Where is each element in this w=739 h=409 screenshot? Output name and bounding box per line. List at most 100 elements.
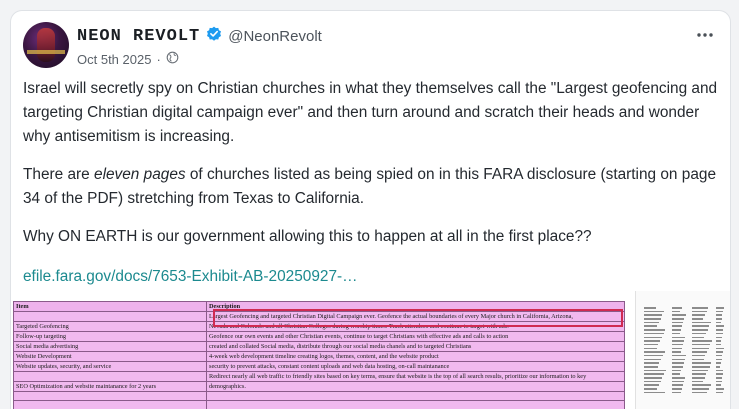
highlight-box [213,309,623,327]
thumbnail-text-line [692,325,709,327]
thumbnail-text-line [672,392,681,394]
thumbnail-text-line [672,381,684,383]
thumbnail-text-line [644,307,656,309]
post-card: NEON REVOLT @NeonRevolt Oct 5th 2025 · [10,10,731,409]
thumbnail-text-line [716,325,724,327]
thumbnail-text-line [692,384,711,386]
thumbnail-text-line [692,381,703,383]
thumbnail-text-line [644,340,660,342]
thumbnail-text-line [692,322,711,324]
thumbnail-text-line [672,370,681,372]
thumbnail-text-line [692,314,705,316]
thumbnail-text-line [692,392,707,394]
table-cell-item: Social media advertising [14,342,207,352]
author-handle[interactable]: @NeonRevolt [228,28,322,45]
table-cell-description: 4-week web development timeline creating… [207,352,625,362]
author-display-name[interactable]: NEON REVOLT [77,27,200,46]
table-row: Follow-up targetingGeofence our own even… [14,332,625,342]
thumbnail-text-line [716,370,723,372]
thumbnail-text-line [716,388,724,390]
thumbnail-text-line [644,333,664,335]
thumbnail-text-line [692,388,709,390]
thumbnail-text-line [716,307,724,309]
thumbnail-text-line [644,337,662,339]
table-cell-item: SEO Optimization and website maintanance… [14,382,207,392]
table-row: Website updates, security, and servicese… [14,362,625,372]
thumbnail-text-line [716,351,723,353]
church-list-column [692,307,712,396]
church-list-column [672,307,686,396]
thumbnail-text-line [644,329,665,331]
paragraph-2-emphasis: eleven pages [94,166,186,183]
thumbnail-text-line [716,355,722,357]
verified-check-icon [206,26,222,47]
thumbnail-text-line [716,362,721,364]
thumbnail-text-line [644,370,666,372]
table-cell-item [14,312,207,322]
thumbnail-text-line [644,381,661,383]
thumbnail-text-line [672,388,682,390]
thumbnail-text-line [672,377,685,379]
table-cell-description [207,392,625,401]
thumbnail-text-line [672,337,685,339]
thumbnail-text-line [644,322,659,324]
thumbnail-text-line [692,351,707,353]
thumbnail-text-line [716,384,721,386]
thumbnail-text-line [644,366,658,368]
thumbnail-text-line [716,366,720,368]
thumbnail-text-line [716,359,722,361]
thumbnail-text-line [644,318,661,320]
author-name-row: NEON REVOLT @NeonRevolt [77,25,322,47]
thumbnail-text-line [644,377,662,379]
header-item: Item [14,302,207,312]
author-avatar[interactable] [23,22,69,68]
more-horizontal-icon [696,25,714,43]
thumbnail-text-line [644,351,665,353]
table-cell-item: Targeted Geofencing [14,322,207,332]
thumbnail-text-line [644,314,662,316]
thumbnail-text-line [692,340,712,342]
table-row [14,392,625,401]
thumbnail-text-line [716,377,722,379]
thumbnail-text-line [692,355,705,357]
thumbnail-text-line [672,348,682,350]
post-date[interactable]: Oct 5th 2025 [77,52,151,67]
thumbnail-text-line [692,337,704,339]
thumbnail-text-line [716,322,721,324]
document-image-1[interactable]: Item Description Largest Geofencing and … [11,291,629,409]
thumbnail-text-line [672,322,683,324]
thumbnail-text-line [672,307,682,309]
thumbnail-text-line [716,311,723,313]
thumbnail-text-line [716,340,721,342]
thumbnail-text-line [692,311,707,313]
thumbnail-text-line [692,344,710,346]
thumbnail-text-line [672,329,681,331]
fara-document-link[interactable]: efile.fara.gov/docs/7653-Exhibit-AB-2025… [23,268,358,286]
thumbnail-text-line [692,362,711,364]
paragraph-2-start: There are [23,166,94,183]
thumbnail-text-line [692,370,708,372]
table-cell-description: security to prevent attacks, constant co… [207,362,625,372]
thumbnail-text-line [672,344,683,346]
thumbnail-text-line [692,366,710,368]
table-cell-item: Website Development [14,352,207,362]
more-options-button[interactable] [694,25,716,43]
church-list-column [716,307,724,396]
thumbnail-text-line [644,348,657,350]
table-cell-description: Redirect nearly all web traffic to frien… [207,372,625,382]
post-paragraph-2: There are eleven pages of churches liste… [23,163,719,211]
post-paragraph-1: Israel will secretly spy on Christian ch… [23,77,719,149]
table-row: Redirect nearly all web traffic to frien… [14,372,625,382]
table-cell-item [14,392,207,401]
thumbnail-text-line [644,359,661,361]
table-cell-description: demographics. [207,382,625,392]
thumbnail-text-line [716,314,722,316]
thumbnail-text-line [716,373,723,375]
globe-icon [166,51,179,67]
thumbnail-text-line [672,340,684,342]
thumbnail-text-line [716,392,723,394]
thumbnail-text-line [672,311,680,313]
thumbnail-text-line [692,318,703,320]
thumbnail-text-line [644,384,659,386]
document-image-2[interactable] [635,291,731,409]
